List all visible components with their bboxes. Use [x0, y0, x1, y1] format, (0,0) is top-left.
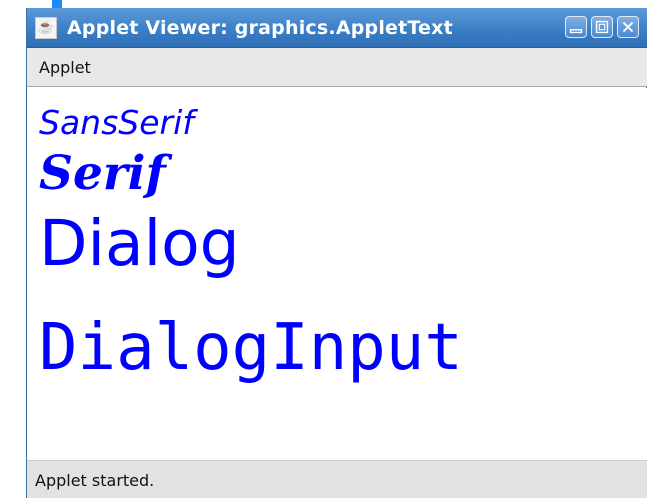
status-bar: Applet started. [27, 460, 647, 498]
java-cup-icon[interactable]: ☕ [35, 16, 57, 39]
menu-applet[interactable]: Applet [39, 58, 91, 77]
minimize-icon [569, 29, 583, 34]
sample-sansserif: SansSerif [39, 103, 194, 142]
menu-bar: Applet [27, 48, 647, 87]
close-icon [622, 21, 634, 33]
window-controls [565, 16, 639, 38]
status-text: Applet started. [35, 471, 155, 490]
sample-dialoginput: DialogInput [39, 311, 463, 385]
maximize-button[interactable] [591, 16, 613, 38]
sample-dialog: Dialog [39, 207, 240, 280]
maximize-icon [595, 20, 609, 34]
applet-viewer-window: ☕ Applet Viewer: graphics.AppletText App… [26, 8, 647, 498]
window-title: Applet Viewer: graphics.AppletText [67, 16, 453, 39]
applet-canvas: SansSerif Serif Dialog DialogInput [27, 88, 647, 460]
minimize-button[interactable] [565, 16, 587, 38]
sample-serif: Serif [39, 146, 166, 201]
title-bar[interactable]: ☕ Applet Viewer: graphics.AppletText [27, 8, 647, 48]
desktop-background [0, 0, 26, 498]
close-button[interactable] [617, 16, 639, 38]
